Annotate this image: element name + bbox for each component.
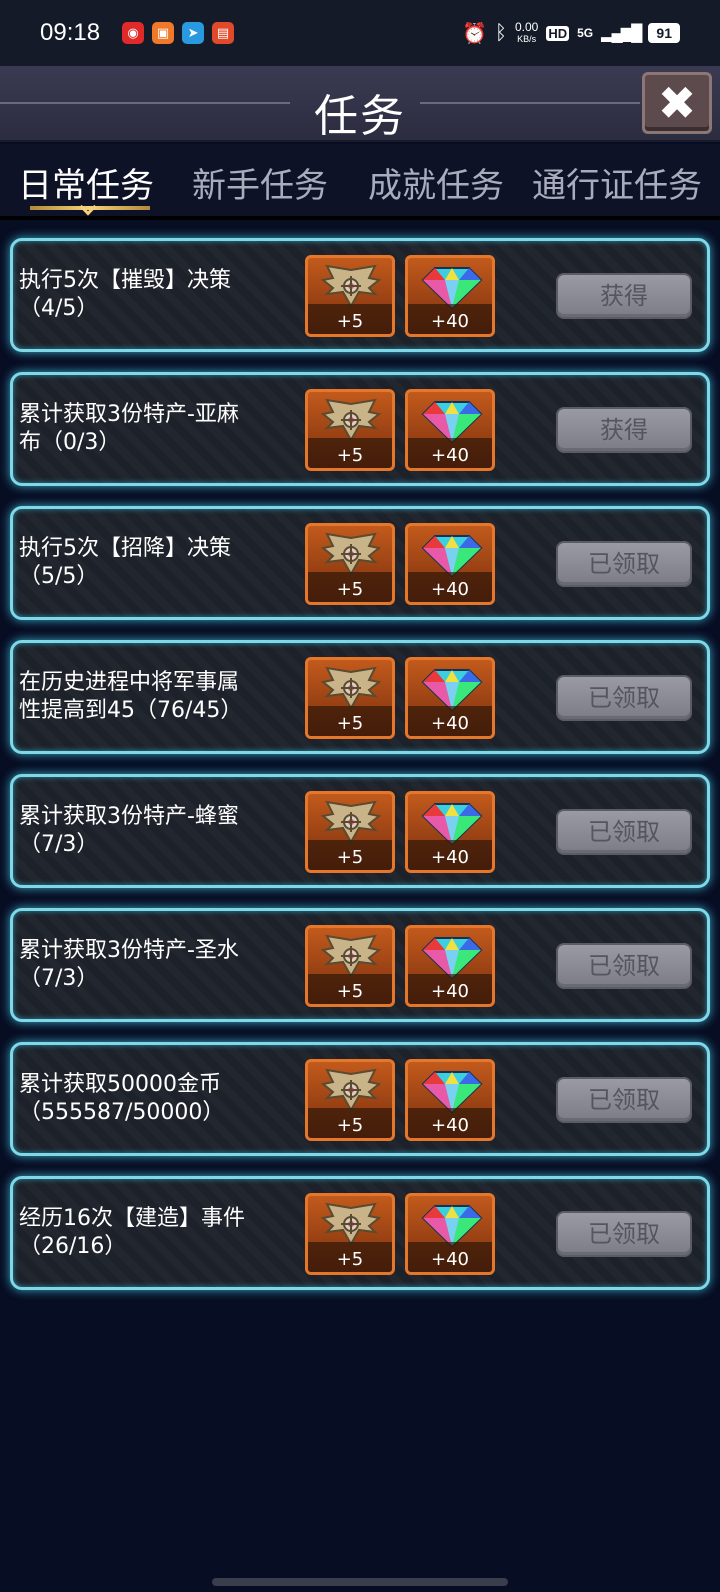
status-time: 09:18 <box>40 19 101 46</box>
tab-achievement[interactable]: 成就任务 <box>368 158 504 207</box>
gem-reward-amount: +40 <box>431 713 469 734</box>
gem-reward[interactable]: +40 <box>405 523 495 605</box>
home-indicator[interactable] <box>212 1578 508 1586</box>
claim-button[interactable]: 已领取 <box>556 809 692 855</box>
task-description-line1: 执行5次【摧毁】决策 <box>19 268 231 293</box>
task-row: 在历史进程中将军事属 性提高到45（76/45） +5 +40 已领取 <box>10 640 710 754</box>
medal-reward[interactable]: +5 <box>305 1193 395 1275</box>
task-description: 累计获取50000金币 （555587/50000） <box>19 1071 309 1127</box>
signal-label: 5G <box>577 26 594 40</box>
net-speed-value: 0.00 <box>514 19 539 34</box>
task-row: 执行5次【摧毁】决策 （4/5） +5 +40 获得 <box>10 238 710 352</box>
task-row: 经历16次【建造】事件 （26/16） +5 +40 已领取 <box>10 1176 710 1290</box>
claim-button[interactable]: 获得 <box>556 273 692 319</box>
gem-reward[interactable]: +40 <box>405 925 495 1007</box>
task-row: 累计获取3份特产-亚麻 布（0/3） +5 +40 获得 <box>10 372 710 486</box>
medal-reward[interactable]: +5 <box>305 523 395 605</box>
task-description-line1: 累计获取3份特产-蜂蜜 <box>19 804 239 829</box>
bluetooth-icon: ᛒ <box>494 21 507 44</box>
gem-reward[interactable]: +40 <box>405 389 495 471</box>
medal-reward-amount: +5 <box>336 579 364 600</box>
gem-reward-amount: +40 <box>431 1115 469 1136</box>
hd-badge: HD <box>546 25 570 41</box>
gem-reward-amount: +40 <box>431 847 469 868</box>
telegram-icon: ➤ <box>182 22 205 44</box>
task-description-line1: 累计获取3份特产-亚麻 <box>19 402 239 427</box>
signal-bars-icon: ▂▄▆█ <box>601 25 642 42</box>
claim-button[interactable]: 已领取 <box>556 1077 692 1123</box>
medal-reward[interactable]: +5 <box>305 925 395 1007</box>
gem-reward-amount: +40 <box>431 311 469 332</box>
task-row: 累计获取50000金币 （555587/50000） +5 +40 已领取 <box>10 1042 710 1156</box>
task-progress: （555587/50000） <box>19 1100 225 1125</box>
close-button[interactable]: ✖ <box>642 72 712 134</box>
claim-button[interactable]: 获得 <box>556 407 692 453</box>
close-icon: ✖ <box>657 76 697 130</box>
task-description: 累计获取3份特产-亚麻 布（0/3） <box>19 401 309 457</box>
medal-reward[interactable]: +5 <box>305 255 395 337</box>
netease-music-icon: ◉ <box>122 22 145 44</box>
net-speed: 0.00 KB/s <box>514 19 539 45</box>
medal-reward-amount: +5 <box>336 1115 364 1136</box>
task-description: 经历16次【建造】事件 （26/16） <box>19 1205 309 1261</box>
task-row: 执行5次【招降】决策 （5/5） +5 +40 已领取 <box>10 506 710 620</box>
task-description-line1: 累计获取3份特产-圣水 <box>19 938 239 963</box>
task-progress: 性提高到45（76/45） <box>19 698 243 723</box>
task-progress: （4/5） <box>19 296 99 321</box>
status-bar: 09:18 ◉ ▣ ➤ ▤ ⏰ ᛒ 0.00 KB/s HD 5G ▂▄▆█ 9… <box>0 0 720 66</box>
medal-reward[interactable]: +5 <box>305 791 395 873</box>
task-description: 在历史进程中将军事属 性提高到45（76/45） <box>19 669 309 725</box>
task-row: 累计获取3份特产-圣水 （7/3） +5 +40 已领取 <box>10 908 710 1022</box>
gem-reward-amount: +40 <box>431 1249 469 1270</box>
task-description: 累计获取3份特产-蜂蜜 （7/3） <box>19 803 309 859</box>
gem-reward[interactable]: +40 <box>405 791 495 873</box>
medal-reward[interactable]: +5 <box>305 1059 395 1141</box>
medal-reward[interactable]: +5 <box>305 389 395 471</box>
gem-reward-amount: +40 <box>431 579 469 600</box>
net-speed-unit: KB/s <box>517 33 537 44</box>
task-description-line1: 经历16次【建造】事件 <box>19 1206 245 1231</box>
task-description: 执行5次【摧毁】决策 （4/5） <box>19 267 309 323</box>
claim-button[interactable]: 已领取 <box>556 541 692 587</box>
task-description-line1: 累计获取50000金币 <box>19 1072 221 1097</box>
task-row: 累计获取3份特产-蜂蜜 （7/3） +5 +40 已领取 <box>10 774 710 888</box>
app-shop-icon: ▣ <box>152 22 175 44</box>
task-progress: （26/16） <box>19 1234 127 1259</box>
gem-reward[interactable]: +40 <box>405 657 495 739</box>
task-tabs: 日常任务 新手任务 成就任务 通行证任务 <box>0 144 720 220</box>
page-title: 任务 <box>314 91 406 142</box>
medal-reward-amount: +5 <box>336 713 364 734</box>
gem-reward[interactable]: +40 <box>405 1059 495 1141</box>
tab-pass[interactable]: 通行证任务 <box>532 158 702 207</box>
task-description: 累计获取3份特产-圣水 （7/3） <box>19 937 309 993</box>
claim-button[interactable]: 已领取 <box>556 943 692 989</box>
medal-reward[interactable]: +5 <box>305 657 395 739</box>
title-bar: 任务 ✖ <box>0 66 720 142</box>
task-progress: （5/5） <box>19 564 99 589</box>
gem-reward[interactable]: +40 <box>405 1193 495 1275</box>
medal-reward-amount: +5 <box>336 847 364 868</box>
claim-button[interactable]: 已领取 <box>556 1211 692 1257</box>
task-description: 执行5次【招降】决策 （5/5） <box>19 535 309 591</box>
task-description-line1: 执行5次【招降】决策 <box>19 536 231 561</box>
alarm-icon: ⏰ <box>462 22 487 45</box>
claim-button[interactable]: 已领取 <box>556 675 692 721</box>
gem-reward-amount: +40 <box>431 981 469 1002</box>
task-description-line1: 在历史进程中将军事属 <box>19 670 240 695</box>
tab-newbie[interactable]: 新手任务 <box>192 158 328 207</box>
medal-reward-amount: +5 <box>336 981 364 1002</box>
game-app-icon: ▤ <box>212 22 235 44</box>
gem-reward-amount: +40 <box>431 445 469 466</box>
medal-reward-amount: +5 <box>336 1249 364 1270</box>
task-progress: （7/3） <box>19 832 99 857</box>
task-progress: （7/3） <box>19 966 99 991</box>
medal-reward-amount: +5 <box>336 311 364 332</box>
task-progress: 布（0/3） <box>19 430 121 455</box>
status-indicators: ⏰ ᛒ 0.00 KB/s HD 5G ▂▄▆█ 91 <box>462 21 680 46</box>
battery-indicator: 91 <box>648 23 680 43</box>
medal-reward-amount: +5 <box>336 445 364 466</box>
gem-reward[interactable]: +40 <box>405 255 495 337</box>
